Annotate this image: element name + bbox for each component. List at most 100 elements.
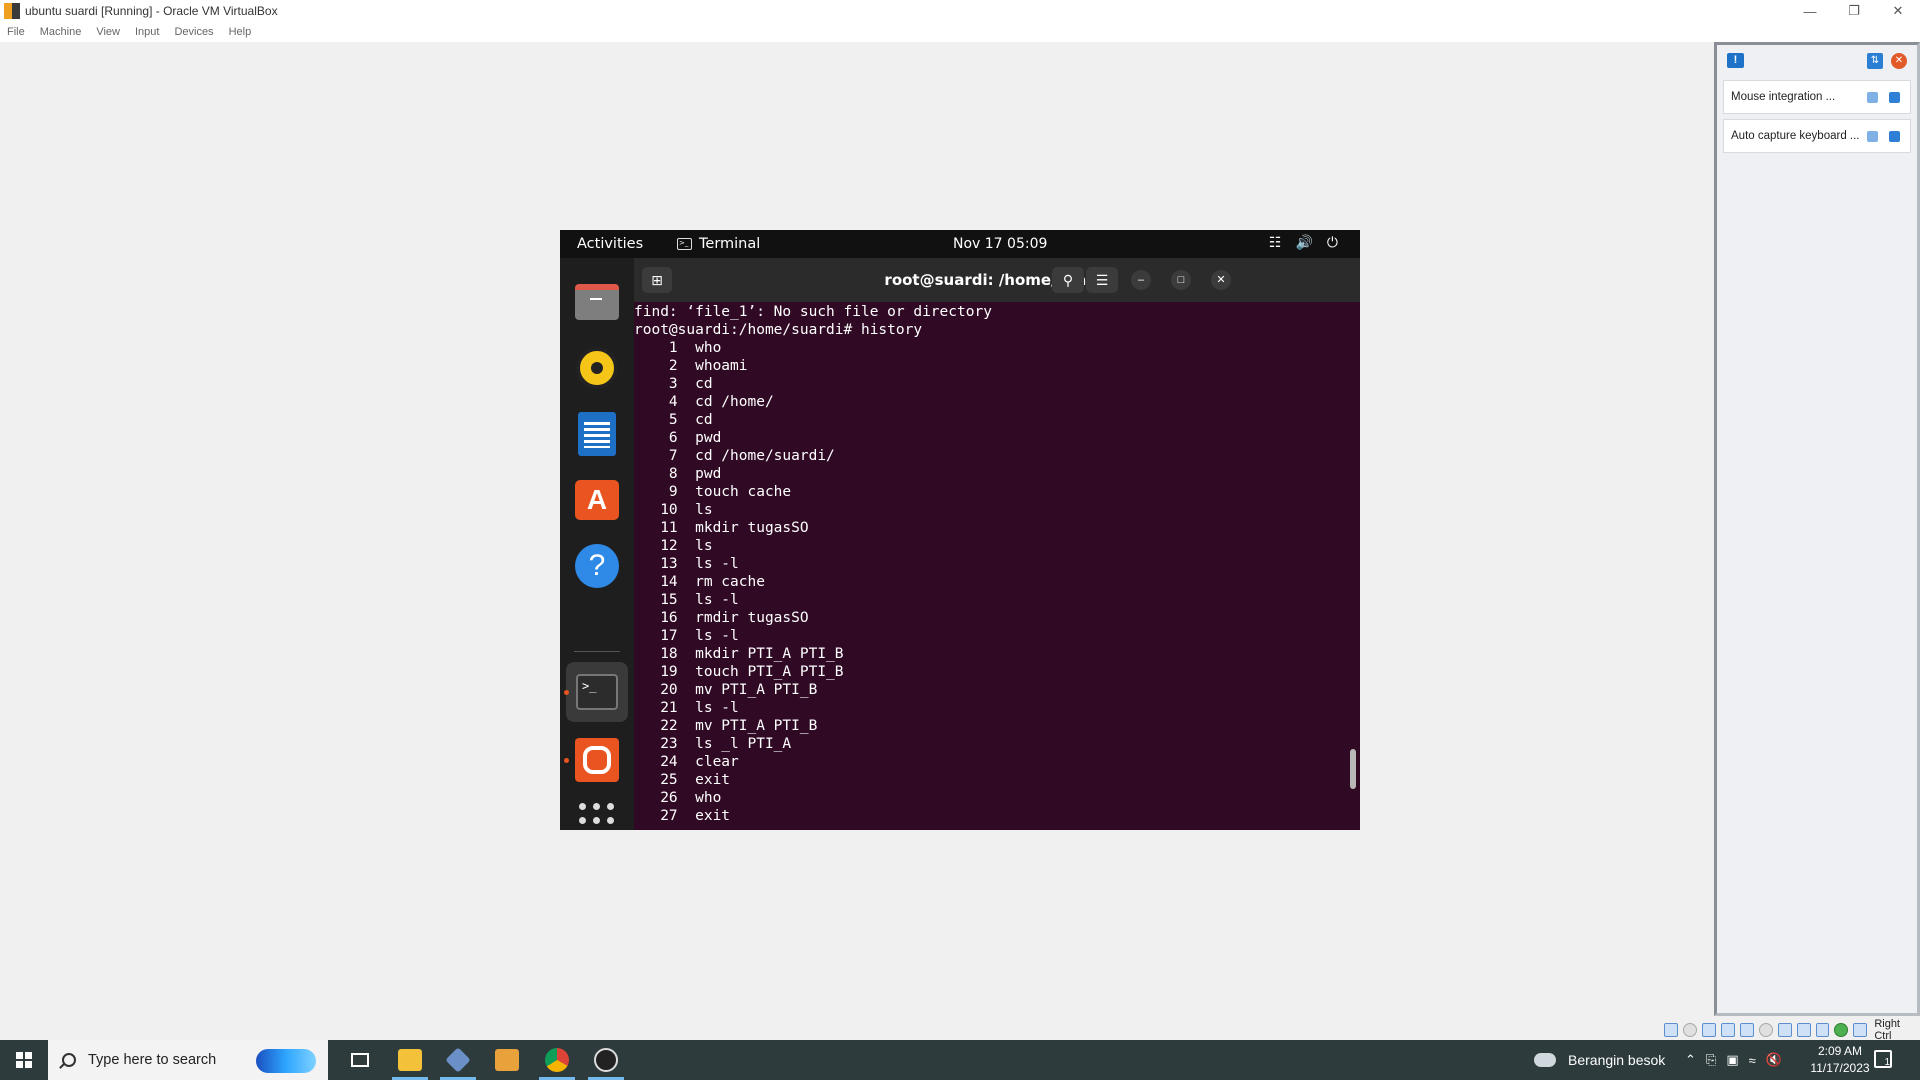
terminal-lines: find: ‘file_1’: No such file or director… — [634, 303, 992, 825]
terminal-scrollbar[interactable] — [1350, 749, 1356, 789]
weather-widget[interactable]: Berangin besok — [1534, 1040, 1665, 1080]
taskbar-search[interactable]: Type here to search — [48, 1040, 328, 1080]
search-button[interactable]: ⚲ — [1052, 267, 1084, 293]
close-button[interactable]: ✕ — [1211, 270, 1231, 290]
terminal-line: 6 pwd — [634, 430, 722, 446]
menu-file[interactable]: File — [7, 26, 25, 38]
menu-help[interactable]: Help — [229, 26, 252, 38]
dock-libreoffice-writer[interactable] — [573, 410, 621, 458]
notification-center-icon[interactable]: ! — [1727, 53, 1744, 68]
close-button[interactable]: ✕ — [1876, 0, 1920, 22]
taskbar-tool-app[interactable] — [483, 1040, 531, 1080]
dock-terminal[interactable]: >_ — [573, 668, 621, 716]
dock-ubuntu-app[interactable] — [573, 736, 621, 784]
display-icon[interactable] — [1777, 1023, 1792, 1037]
system-tray: ⌃ ⎘ ▣ ≈ 🔇 — [1685, 1040, 1782, 1080]
terminal-line: 13 ls -l — [634, 556, 739, 572]
guest-screen[interactable]: Activities >_ Terminal Nov 17 05:09 ☷ 🔊 … — [560, 230, 1360, 830]
recording-icon[interactable] — [1796, 1023, 1811, 1037]
close-notice-icon[interactable] — [1889, 131, 1900, 142]
files-icon — [575, 284, 619, 320]
search-icon — [62, 1053, 76, 1067]
clock[interactable]: Nov 17 05:09 — [953, 236, 1047, 252]
dock-rhythmbox[interactable] — [573, 344, 621, 392]
dont-show-again-icon[interactable] — [1867, 131, 1878, 142]
terminal-icon: >_ — [576, 674, 618, 710]
taskbar-obs[interactable] — [582, 1040, 630, 1080]
optical-drive-icon[interactable] — [1682, 1023, 1697, 1037]
window-titlebar: ubuntu suardi [Running] - Oracle VM Virt… — [0, 0, 1920, 22]
terminal-line: 22 mv PTI_A PTI_B — [634, 718, 818, 734]
notice-mouse-integration[interactable]: Mouse integration ... — [1723, 80, 1911, 114]
device-icon[interactable]: ⎘ — [1706, 1052, 1716, 1068]
dismiss-all-icon[interactable]: ✕ — [1891, 53, 1907, 69]
menu-input[interactable]: Input — [135, 26, 159, 38]
dock-ubuntu-software[interactable]: A — [573, 476, 621, 524]
taskbar-chrome[interactable] — [533, 1040, 581, 1080]
volume-muted-icon[interactable]: 🔇 — [1766, 1052, 1782, 1068]
dock-files[interactable] — [573, 278, 621, 326]
task-view-button[interactable] — [336, 1040, 384, 1080]
menu-button[interactable]: ☰ — [1086, 267, 1118, 293]
usb-icon[interactable] — [1739, 1023, 1754, 1037]
minimize-button[interactable]: — — [1788, 0, 1832, 22]
camera-icon[interactable]: ▣ — [1726, 1052, 1738, 1068]
minimize-button[interactable]: – — [1131, 270, 1151, 290]
dont-show-again-icon[interactable] — [1867, 92, 1878, 103]
terminal-line: 12 ls — [634, 538, 713, 554]
system-tray[interactable]: ☷ 🔊 ⏻ — [1269, 235, 1338, 251]
terminal-line: 26 who — [634, 790, 722, 806]
host-key-label: Right Ctrl — [1874, 1018, 1900, 1042]
search-highlight-image[interactable] — [256, 1049, 316, 1073]
network-icon[interactable] — [1720, 1023, 1735, 1037]
dock-separator — [574, 651, 620, 652]
menu-view[interactable]: View — [96, 26, 120, 38]
network-icon[interactable]: ☷ — [1269, 235, 1282, 251]
window-title: ubuntu suardi [Running] - Oracle VM Virt… — [25, 4, 278, 18]
vm-status-bar: Right Ctrl — [1664, 1018, 1920, 1042]
terminal-line: 20 mv PTI_A PTI_B — [634, 682, 818, 698]
notice-auto-capture-keyboard[interactable]: Auto capture keyboard ... — [1723, 119, 1911, 153]
restore-button[interactable]: ❐ — [1832, 0, 1876, 22]
chevron-up-icon[interactable]: ⌃ — [1685, 1052, 1696, 1068]
terminal-line: 25 exit — [634, 772, 731, 788]
show-apps-icon[interactable] — [579, 803, 615, 830]
running-indicator — [564, 690, 569, 695]
terminal-line: 27 exit — [634, 808, 731, 824]
help-icon: ? — [575, 544, 619, 588]
notifications-icon[interactable]: 1 — [1874, 1050, 1892, 1068]
hard-disk-icon[interactable] — [1664, 1023, 1678, 1037]
volume-icon[interactable]: 🔊 — [1295, 235, 1312, 251]
cpu-icon[interactable] — [1815, 1023, 1830, 1037]
app-menu-label: Terminal — [699, 236, 761, 252]
wifi-icon[interactable]: ≈ — [1749, 1053, 1756, 1068]
terminal-line: 5 cd — [634, 412, 713, 428]
sort-icon[interactable]: ⇅ — [1867, 53, 1883, 69]
window-controls: — ❐ ✕ — [1788, 0, 1920, 22]
shared-folders-icon[interactable] — [1758, 1023, 1773, 1037]
rhythmbox-icon — [576, 347, 618, 389]
dock-help[interactable]: ? — [573, 542, 621, 590]
terminal-line: 7 cd /home/suardi/ — [634, 448, 835, 464]
menu-devices[interactable]: Devices — [174, 26, 213, 38]
taskbar-time: 2:09 AM — [1817, 1044, 1863, 1058]
terminal-output[interactable]: find: ‘file_1’: No such file or director… — [634, 302, 1360, 830]
start-button[interactable] — [0, 1040, 48, 1080]
app-menu[interactable]: >_ Terminal — [677, 236, 760, 252]
file-explorer-icon — [398, 1049, 422, 1071]
terminal-line: 18 mkdir PTI_A PTI_B — [634, 646, 844, 662]
activities-button[interactable]: Activities — [577, 236, 643, 252]
menu-machine[interactable]: Machine — [40, 26, 82, 38]
taskbar-clock[interactable]: 2:09 AM 11/17/2023 — [1800, 1043, 1880, 1077]
taskbar-virtualbox[interactable] — [434, 1040, 482, 1080]
mouse-integration-icon[interactable] — [1853, 1023, 1868, 1037]
power-icon[interactable]: ⏻ — [1327, 235, 1338, 251]
terminal-line: 14 rm cache — [634, 574, 765, 590]
maximize-button[interactable]: □ — [1171, 270, 1191, 290]
audio-icon[interactable] — [1701, 1023, 1716, 1037]
notice-text: Auto capture keyboard ... — [1731, 130, 1860, 142]
vt-x-icon[interactable] — [1834, 1023, 1849, 1037]
terminal-line: 24 clear — [634, 754, 739, 770]
close-notice-icon[interactable] — [1889, 92, 1900, 103]
taskbar-file-explorer[interactable] — [386, 1040, 434, 1080]
